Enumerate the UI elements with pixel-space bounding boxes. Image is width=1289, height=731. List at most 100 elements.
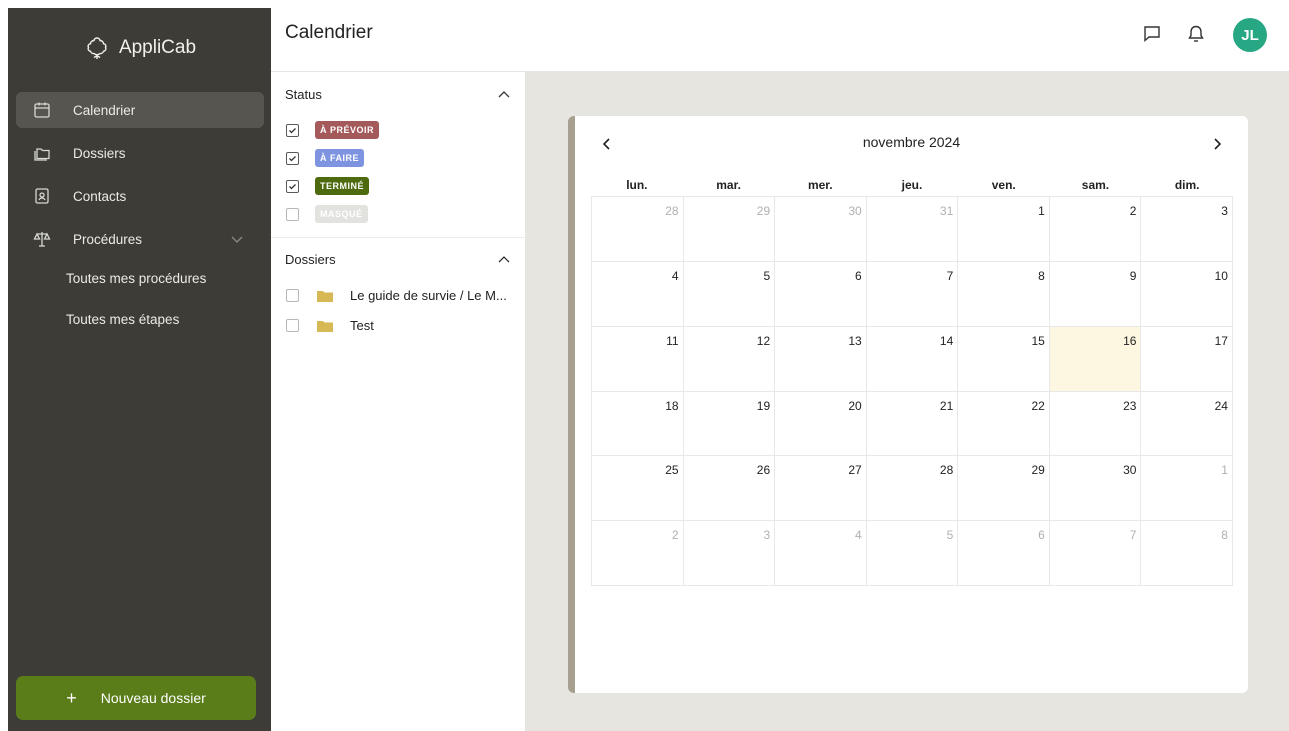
status-filter-a-faire[interactable]: À FAIRE [286, 149, 365, 167]
dossier-filter-item[interactable]: Le guide de survie / Le M... [286, 288, 507, 303]
checkbox[interactable] [286, 289, 299, 302]
checkbox[interactable] [286, 123, 299, 137]
new-dossier-label: Nouveau dossier [100, 690, 206, 706]
day-cell[interactable]: 25 [592, 456, 684, 522]
day-cell[interactable]: 29 [958, 456, 1050, 522]
sidebar-item-dossiers[interactable]: Dossiers [16, 135, 264, 171]
brand-logo[interactable]: AppliCab [8, 30, 271, 66]
chat-icon[interactable] [1142, 24, 1162, 44]
day-cell[interactable]: 10 [1141, 261, 1233, 327]
day-cell[interactable]: 2 [1049, 197, 1142, 262]
day-cell-today[interactable]: 16 [1049, 326, 1142, 392]
day-cell[interactable]: 11 [592, 326, 684, 392]
sidebar: AppliCab Calendrier Dossiers Contacts Pr… [8, 8, 271, 731]
day-cell[interactable]: 13 [775, 326, 867, 392]
day-cell[interactable]: 26 [683, 456, 776, 522]
calendar-grid: 28 29 30 31 1 2 3 4 5 6 7 8 9 10 11 12 13 14 15 16 17 18 19 20 2… [591, 196, 1233, 586]
status-badge: À FAIRE [315, 149, 365, 167]
day-cell[interactable]: 6 [775, 261, 867, 327]
status-section-header[interactable]: Status [285, 87, 511, 102]
weekday-header: lun. mar. mer. jeu. ven. sam. dim. [591, 178, 1233, 192]
checkbox[interactable] [286, 151, 299, 165]
day-cell[interactable]: 8 [1141, 521, 1233, 586]
divider [271, 237, 525, 238]
day-cell[interactable]: 28 [592, 197, 684, 262]
checkbox[interactable] [286, 207, 299, 221]
day-cell[interactable]: 17 [1141, 326, 1233, 392]
day-cell[interactable]: 15 [958, 326, 1050, 392]
day-cell[interactable]: 31 [866, 197, 959, 262]
sidebar-item-label: Procédures [73, 231, 143, 247]
chevron-up-icon[interactable] [497, 253, 511, 267]
folder-icon [317, 320, 333, 332]
day-cell[interactable]: 30 [1049, 456, 1142, 522]
sidebar-item-contacts[interactable]: Contacts [16, 178, 264, 214]
checkbox[interactable] [286, 179, 299, 193]
dossier-filter-item[interactable]: Test [286, 318, 374, 333]
status-filter-termine[interactable]: TERMINÉ [286, 177, 369, 195]
day-cell[interactable]: 30 [775, 197, 867, 262]
day-cell[interactable]: 8 [958, 261, 1050, 327]
brand-name: AppliCab [118, 37, 197, 58]
day-cell[interactable]: 5 [866, 521, 959, 586]
day-cell[interactable]: 21 [866, 391, 959, 457]
status-badge: MASQUÉ [315, 205, 368, 223]
calendar-card: novembre 2024 lun. mar. mer. jeu. ven. sam. di… [568, 116, 1248, 693]
status-filter-a-prevoir[interactable]: À PRÉVOIR [286, 121, 380, 139]
contact-icon [33, 187, 51, 205]
day-cell[interactable]: 18 [592, 391, 684, 457]
day-cell[interactable]: 7 [866, 261, 959, 327]
weekday-label: ven. [991, 178, 1016, 192]
dossier-label: Le guide de survie / Le M... [350, 288, 507, 303]
filter-panel: Status À PRÉVOIR À FAIRE TERMINÉ MASQUÉ … [271, 72, 525, 731]
chevron-down-icon[interactable] [230, 232, 244, 246]
folder-icon [317, 290, 333, 302]
day-cell[interactable]: 4 [775, 521, 867, 586]
day-cell[interactable]: 3 [683, 521, 776, 586]
day-cell[interactable]: 12 [683, 326, 776, 392]
dossier-label: Test [350, 318, 374, 333]
status-badge: TERMINÉ [315, 177, 369, 195]
day-cell[interactable]: 23 [1049, 391, 1142, 457]
status-badge: À PRÉVOIR [315, 121, 380, 139]
day-cell[interactable]: 2 [592, 521, 684, 586]
chevron-up-icon[interactable] [497, 88, 511, 102]
header: Calendrier JL [271, 0, 1289, 72]
chevron-right-icon [1214, 138, 1222, 150]
day-cell[interactable]: 3 [1141, 197, 1233, 262]
day-cell[interactable]: 24 [1141, 391, 1233, 457]
day-cell[interactable]: 20 [775, 391, 867, 457]
day-cell[interactable]: 28 [866, 456, 959, 522]
month-label: novembre 2024 [862, 134, 961, 150]
day-cell[interactable]: 7 [1049, 521, 1142, 586]
day-cell[interactable]: 1 [958, 197, 1050, 262]
day-cell[interactable]: 9 [1049, 261, 1142, 327]
bell-icon[interactable] [1186, 24, 1206, 44]
dossiers-section-header[interactable]: Dossiers [285, 252, 511, 267]
sidebar-item-label: Dossiers [73, 145, 126, 161]
day-cell[interactable]: 29 [683, 197, 776, 262]
day-cell[interactable]: 22 [958, 391, 1050, 457]
sidebar-item-calendrier[interactable]: Calendrier [16, 92, 264, 128]
weekday-label: sam. [1081, 178, 1110, 192]
sidebar-item-procedures[interactable]: Procédures [16, 221, 264, 257]
day-cell[interactable]: 4 [592, 261, 684, 327]
weekday-label: mar. [716, 178, 741, 192]
day-cell[interactable]: 27 [775, 456, 867, 522]
scales-icon [33, 230, 51, 248]
sidebar-subitem-etapes[interactable]: Toutes mes étapes [66, 312, 179, 327]
dossiers-section-title: Dossiers [285, 252, 336, 267]
day-cell[interactable]: 19 [683, 391, 776, 457]
sidebar-subitem-procedures[interactable]: Toutes mes procédures [66, 271, 206, 286]
day-cell[interactable]: 6 [958, 521, 1050, 586]
next-month-button[interactable] [1209, 136, 1225, 152]
sidebar-item-label: Contacts [73, 188, 127, 204]
plus-icon: + [66, 687, 77, 708]
new-dossier-button[interactable]: + Nouveau dossier [16, 676, 256, 720]
checkbox[interactable] [286, 319, 299, 332]
status-filter-masque[interactable]: MASQUÉ [286, 205, 368, 223]
avatar[interactable]: JL [1233, 18, 1267, 52]
day-cell[interactable]: 1 [1141, 456, 1233, 522]
day-cell[interactable]: 14 [866, 326, 959, 392]
day-cell[interactable]: 5 [683, 261, 776, 327]
